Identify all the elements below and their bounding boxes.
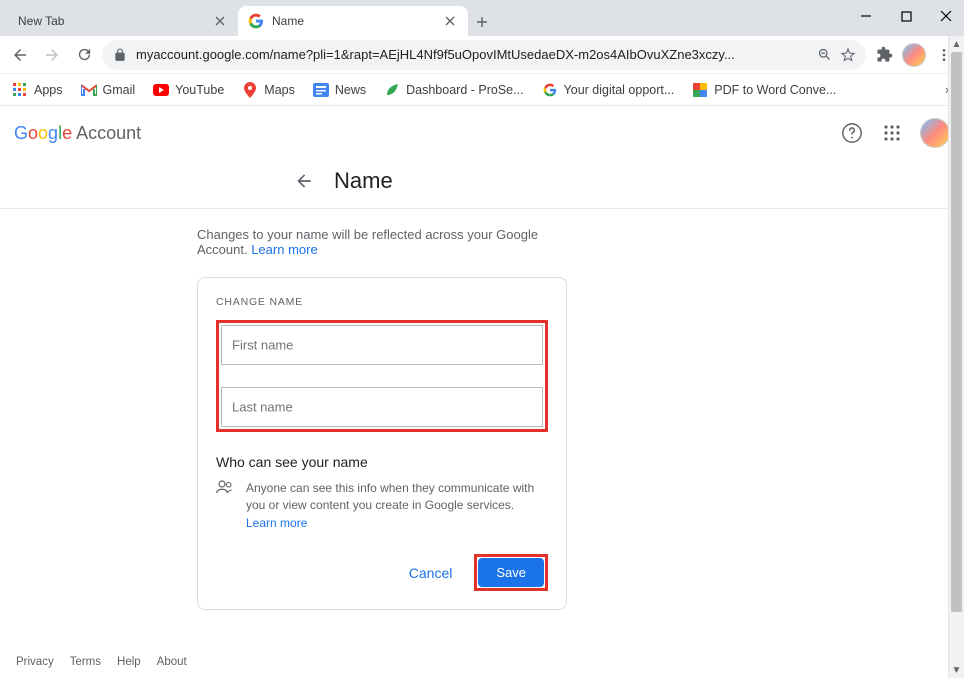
bookmark-maps[interactable]: Maps: [242, 82, 295, 98]
bookmark-news[interactable]: News: [313, 82, 366, 98]
bookmark-label: PDF to Word Conve...: [714, 83, 836, 97]
back-arrow-icon[interactable]: [292, 169, 316, 193]
pdf-icon: [692, 82, 708, 98]
url-text: myaccount.google.com/name?pli=1&rapt=AEj…: [136, 47, 808, 62]
news-icon: [313, 82, 329, 98]
bookmark-pdf[interactable]: PDF to Word Conve...: [692, 82, 836, 98]
tab-strip: New Tab Name: [0, 0, 964, 36]
browser-toolbar: myaccount.google.com/name?pli=1&rapt=AEj…: [0, 36, 964, 74]
close-icon[interactable]: [442, 13, 458, 29]
address-bar[interactable]: myaccount.google.com/name?pli=1&rapt=AEj…: [102, 40, 866, 70]
google-favicon-icon: [248, 13, 264, 29]
new-tab-button[interactable]: [468, 8, 496, 36]
footer-terms[interactable]: Terms: [70, 656, 101, 668]
bookmark-label: Dashboard - ProSe...: [406, 83, 523, 97]
account-label: Account: [76, 123, 141, 143]
gmail-icon: [81, 82, 97, 98]
footer-help[interactable]: Help: [117, 656, 141, 668]
scrollbar[interactable]: ▲ ▼: [948, 36, 964, 678]
first-name-field-wrapper: First name: [221, 325, 543, 365]
forward-button[interactable]: [38, 41, 66, 69]
scroll-up-icon[interactable]: ▲: [949, 36, 964, 52]
window-controls: [856, 6, 956, 26]
bookmark-label: Gmail: [103, 83, 136, 97]
maps-pin-icon: [242, 82, 258, 98]
google-account-header: Google Account: [0, 106, 964, 160]
lock-icon: [112, 47, 128, 63]
bookmark-label: Your digital opport...: [564, 83, 675, 97]
apps-grid-icon: [12, 82, 28, 98]
star-icon[interactable]: [840, 47, 856, 63]
save-button-highlight: Save: [474, 554, 548, 591]
google-account-logo[interactable]: Google Account: [14, 123, 141, 144]
cancel-button[interactable]: Cancel: [401, 559, 461, 587]
leaf-icon: [384, 82, 400, 98]
close-window-button[interactable]: [936, 6, 956, 26]
zoom-icon[interactable]: [816, 47, 832, 63]
bookmark-label: News: [335, 83, 366, 97]
last-name-field-wrapper: Last name: [221, 387, 543, 427]
reload-button[interactable]: [70, 41, 98, 69]
who-can-see-body: Anyone can see this info when they commu…: [246, 480, 548, 532]
tab-name[interactable]: Name: [238, 6, 468, 36]
bookmark-digital[interactable]: Your digital opport...: [542, 82, 675, 98]
save-button[interactable]: Save: [478, 558, 544, 587]
card-actions: Cancel Save: [216, 554, 548, 591]
youtube-icon: [153, 82, 169, 98]
bookmark-youtube[interactable]: YouTube: [153, 82, 224, 98]
change-name-card: CHANGE NAME First name Last name Who can…: [197, 277, 567, 610]
footer-privacy[interactable]: Privacy: [16, 656, 54, 668]
page-title: Name: [334, 168, 393, 194]
bookmark-gmail[interactable]: Gmail: [81, 82, 136, 98]
who-learn-more-link[interactable]: Learn more: [246, 516, 307, 530]
footer-links: Privacy Terms Help About: [16, 656, 187, 668]
card-header: CHANGE NAME: [216, 296, 548, 308]
extensions-icon[interactable]: [870, 41, 898, 69]
learn-more-link[interactable]: Learn more: [251, 242, 317, 257]
who-can-see-title: Who can see your name: [216, 454, 548, 470]
name-fields-highlight: First name Last name: [216, 320, 548, 432]
bookmark-apps[interactable]: Apps: [12, 82, 63, 98]
close-icon[interactable]: [212, 13, 228, 29]
back-button[interactable]: [6, 41, 34, 69]
tab-title: New Tab: [18, 14, 212, 28]
profile-avatar[interactable]: [902, 43, 926, 67]
bookmark-label: Apps: [34, 83, 63, 97]
who-can-see-row: Anyone can see this info when they commu…: [216, 480, 548, 532]
minimize-button[interactable]: [856, 6, 876, 26]
content-column: Changes to your name will be reflected a…: [7, 209, 957, 610]
tab-title: Name: [272, 14, 442, 28]
account-avatar[interactable]: [920, 118, 950, 148]
bookmark-label: YouTube: [175, 83, 224, 97]
last-name-input[interactable]: [222, 388, 542, 426]
first-name-input[interactable]: [222, 326, 542, 364]
scroll-down-icon[interactable]: ▼: [949, 662, 964, 678]
google-g-icon: [542, 82, 558, 98]
people-icon: [216, 480, 234, 532]
page-title-row: Name: [102, 168, 862, 194]
bookmarks-bar: Apps Gmail YouTube Maps News Dashboard -…: [0, 74, 964, 106]
page-description: Changes to your name will be reflected a…: [197, 227, 567, 257]
bookmark-dashboard[interactable]: Dashboard - ProSe...: [384, 82, 523, 98]
maximize-button[interactable]: [896, 6, 916, 26]
apps-grid-icon[interactable]: [880, 121, 904, 145]
browser-chrome: New Tab Name myaccount: [0, 0, 964, 106]
tab-new-tab[interactable]: New Tab: [8, 6, 238, 36]
help-icon[interactable]: [840, 121, 864, 145]
footer-about[interactable]: About: [157, 656, 187, 668]
bookmark-label: Maps: [264, 83, 295, 97]
scroll-thumb[interactable]: [951, 52, 962, 612]
